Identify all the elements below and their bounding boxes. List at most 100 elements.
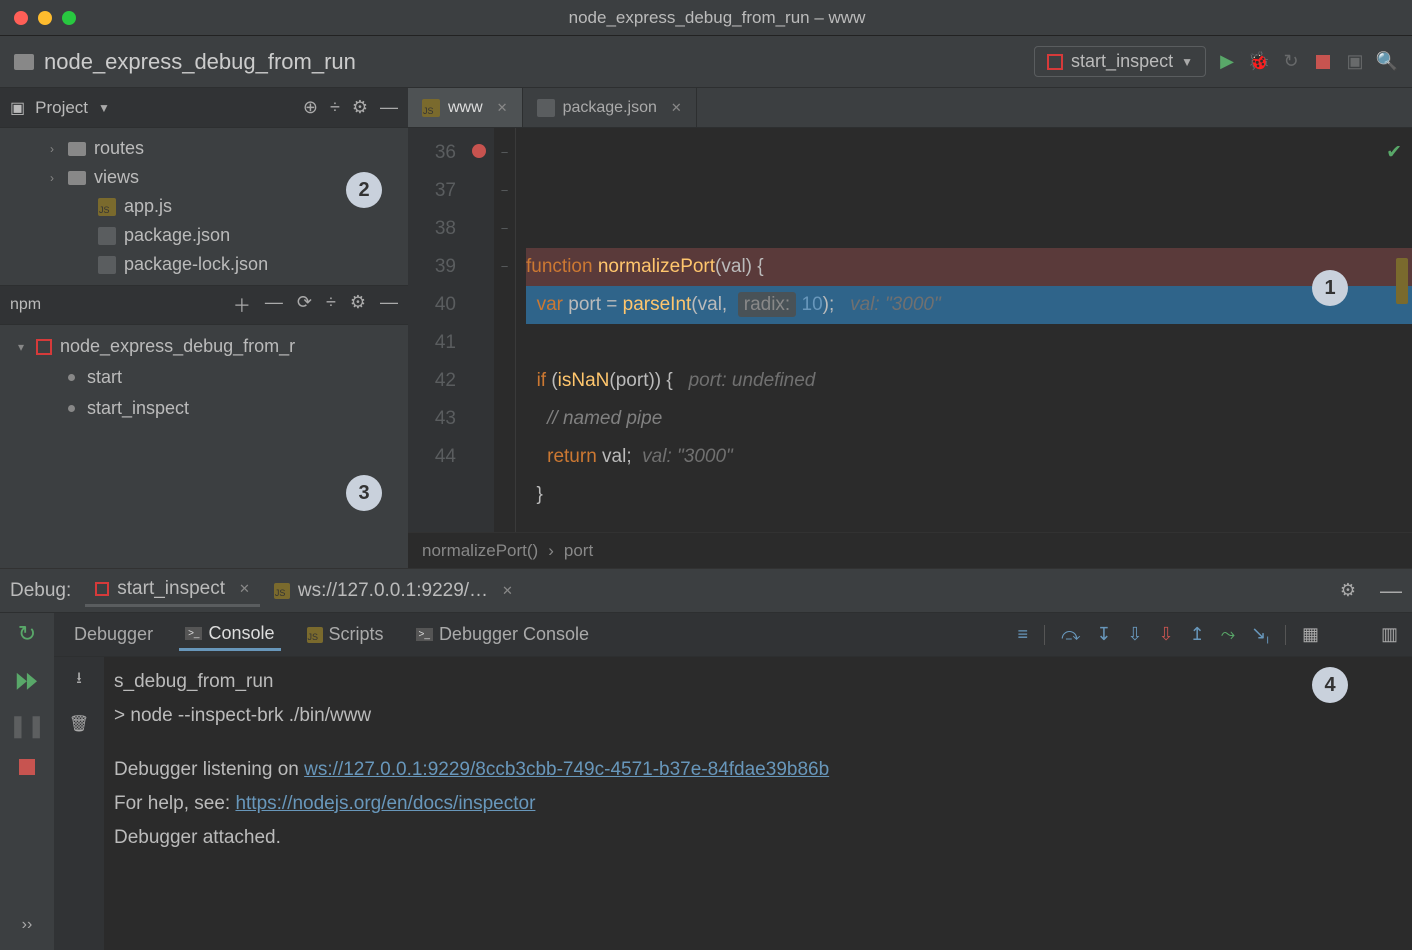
gear-icon[interactable]: ⚙ — [350, 292, 366, 318]
chevron-down-icon[interactable]: ▼ — [98, 101, 110, 115]
pause-button[interactable]: ❚❚ — [9, 713, 46, 739]
debug-console[interactable]: s_debug_from_run > node --inspect-brk ./… — [104, 657, 1412, 950]
project-tree[interactable]: ›routes›viewsJSapp.jspackage.jsonpackage… — [0, 128, 408, 285]
resume-button[interactable]: ▶▶ — [17, 667, 37, 693]
show-exec-point-icon[interactable]: ≡ — [1018, 624, 1029, 645]
folder-icon — [14, 54, 34, 70]
fold-gutter[interactable]: −−−− — [494, 128, 516, 532]
console-line: s_debug_from_run — [114, 665, 1402, 699]
maximize-window-button[interactable] — [62, 11, 76, 25]
debug-subtab[interactable]: >_Console — [179, 619, 280, 651]
debug-label: Debug: — [10, 580, 71, 602]
tree-dir[interactable]: ›routes — [0, 134, 408, 163]
layout-button[interactable]: ▣ — [1344, 51, 1366, 73]
stop-button[interactable] — [19, 759, 35, 775]
callout-badge-2: 2 — [346, 172, 382, 208]
more-icon[interactable]: ›› — [22, 916, 33, 934]
titlebar: node_express_debug_from_run – www — [0, 0, 1412, 36]
run-to-cursor-icon[interactable]: ⤳ — [1221, 624, 1235, 645]
smart-step-into-icon[interactable]: ⇩ — [1159, 624, 1174, 645]
chevron-down-icon: ▼ — [1181, 55, 1193, 69]
npm-pane-label: npm — [10, 296, 41, 314]
run-button[interactable]: ▶ — [1216, 51, 1238, 73]
evaluate-icon[interactable]: ▦ — [1302, 624, 1319, 645]
rerun-button[interactable]: ↻ — [18, 621, 36, 647]
npm-script-item[interactable]: start_inspect — [0, 393, 408, 424]
npm-icon — [36, 339, 52, 355]
console-link[interactable]: https://nodejs.org/en/docs/inspector — [235, 793, 535, 814]
window-title: node_express_debug_from_run – www — [76, 8, 1398, 28]
debug-session-tab[interactable]: start_inspect✕ — [85, 574, 260, 607]
run-config-label: start_inspect — [1071, 51, 1173, 72]
npm-icon — [1047, 54, 1063, 70]
minimize-icon[interactable]: — — [1380, 578, 1402, 604]
minimize-window-button[interactable] — [38, 11, 52, 25]
scroll-bottom-icon[interactable]: ⭳ — [76, 667, 82, 694]
drop-frame-icon[interactable]: ↘I — [1251, 623, 1269, 647]
npm-project-name: node_express_debug_from_r — [60, 336, 295, 357]
console-line: For help, see: https://nodejs.org/en/doc… — [114, 787, 1402, 821]
npm-project-row[interactable]: ▾ node_express_debug_from_r — [0, 331, 408, 362]
line-numbers-gutter[interactable]: 363738394041424344 — [408, 128, 464, 532]
force-step-into-icon[interactable]: ⇩ — [1127, 624, 1142, 645]
debug-toolwindow: Debug: start_inspect✕JSws://127.0.0.1:92… — [0, 568, 1412, 950]
console-link[interactable]: ws://127.0.0.1:9229/8ccb3cbb-749c-4571-b… — [304, 759, 829, 780]
breadcrumb-project[interactable]: node_express_debug_from_run — [44, 49, 356, 75]
project-pane-label[interactable]: Project — [35, 98, 88, 118]
tree-file[interactable]: package.json — [0, 221, 408, 250]
remove-icon[interactable]: — — [265, 292, 283, 318]
debug-left-toolbar: ↻ ▶▶ ❚❚ ›› — [0, 613, 54, 950]
close-tab-icon[interactable]: ✕ — [671, 100, 682, 116]
console-line: > node --inspect-brk ./bin/www — [114, 699, 1402, 733]
close-tab-icon[interactable]: ✕ — [502, 583, 513, 599]
callout-badge-3: 3 — [346, 475, 382, 511]
collapse-icon[interactable]: ÷ — [330, 97, 340, 118]
breadcrumb-item[interactable]: port — [564, 541, 593, 561]
run-config-selector[interactable]: start_inspect ▼ — [1034, 46, 1206, 77]
close-window-button[interactable] — [14, 11, 28, 25]
gear-icon[interactable]: ⚙ — [352, 97, 368, 118]
minimize-icon[interactable]: — — [380, 292, 398, 318]
minimap[interactable] — [1394, 88, 1408, 388]
minimize-icon[interactable]: — — [380, 97, 398, 118]
debug-subtab[interactable]: Debugger — [68, 619, 159, 651]
chevron-right-icon: › — [548, 541, 554, 561]
project-pane-header: ▣ Project ▼ ⊕ ÷ ⚙ — — [0, 88, 408, 128]
project-sidebar: ▣ Project ▼ ⊕ ÷ ⚙ — ›routes›viewsJSapp.j… — [0, 88, 408, 568]
debug-subtab[interactable]: JSScripts — [301, 619, 390, 651]
add-icon[interactable]: ＋ — [233, 292, 251, 318]
npm-pane-header: npm ＋ — ⟳ ÷ ⚙ — — [0, 285, 408, 325]
console-left-toolbar: ⭳ 🗑 — [54, 657, 104, 950]
locate-icon[interactable]: ⊕ — [303, 97, 318, 118]
collapse-icon[interactable]: ÷ — [326, 292, 336, 318]
console-line: Debugger listening on ws://127.0.0.1:922… — [114, 753, 1402, 787]
debug-session-tab[interactable]: JSws://127.0.0.1:9229/…✕ — [264, 574, 523, 607]
npm-tree[interactable]: ▾ node_express_debug_from_r startstart_i… — [0, 325, 408, 430]
breakpoint-gutter[interactable] — [464, 128, 494, 532]
console-line: Debugger attached. — [114, 821, 1402, 855]
step-over-icon[interactable]: ⤼ — [1061, 624, 1080, 645]
gear-icon[interactable]: ⚙ — [1340, 580, 1356, 601]
step-out-icon[interactable]: ↥ — [1190, 624, 1205, 645]
stop-button[interactable] — [1312, 51, 1334, 73]
breadcrumb-item[interactable]: normalizePort() — [422, 541, 538, 561]
search-button[interactable]: 🔍 — [1376, 51, 1398, 73]
tree-file[interactable]: package-lock.json — [0, 250, 408, 279]
layout-icon[interactable]: ▥ — [1381, 624, 1398, 645]
trash-icon[interactable]: 🗑 — [69, 714, 89, 734]
reload-icon[interactable]: ⟳ — [297, 292, 312, 318]
close-tab-icon[interactable]: ✕ — [497, 100, 508, 116]
step-into-icon[interactable]: ↧ — [1096, 624, 1111, 645]
main-toolbar: node_express_debug_from_run start_inspec… — [0, 36, 1412, 88]
coverage-button[interactable]: ↻ — [1280, 51, 1302, 73]
editor-breadcrumb[interactable]: normalizePort() › port — [408, 532, 1412, 568]
code-area[interactable]: 363738394041424344 −−−− ✔ function norma… — [408, 128, 1412, 532]
debug-subtab[interactable]: >_Debugger Console — [410, 619, 596, 651]
debug-button[interactable]: 🐞 — [1248, 51, 1270, 73]
editor-tab[interactable]: package.json✕ — [523, 88, 697, 127]
close-tab-icon[interactable]: ✕ — [239, 581, 250, 597]
npm-script-item[interactable]: start — [0, 362, 408, 393]
callout-badge-4: 4 — [1312, 667, 1348, 703]
code-lines[interactable]: ✔ function normalizePort(val) { var port… — [516, 128, 1412, 532]
editor-tab[interactable]: JSwww✕ — [408, 88, 523, 127]
